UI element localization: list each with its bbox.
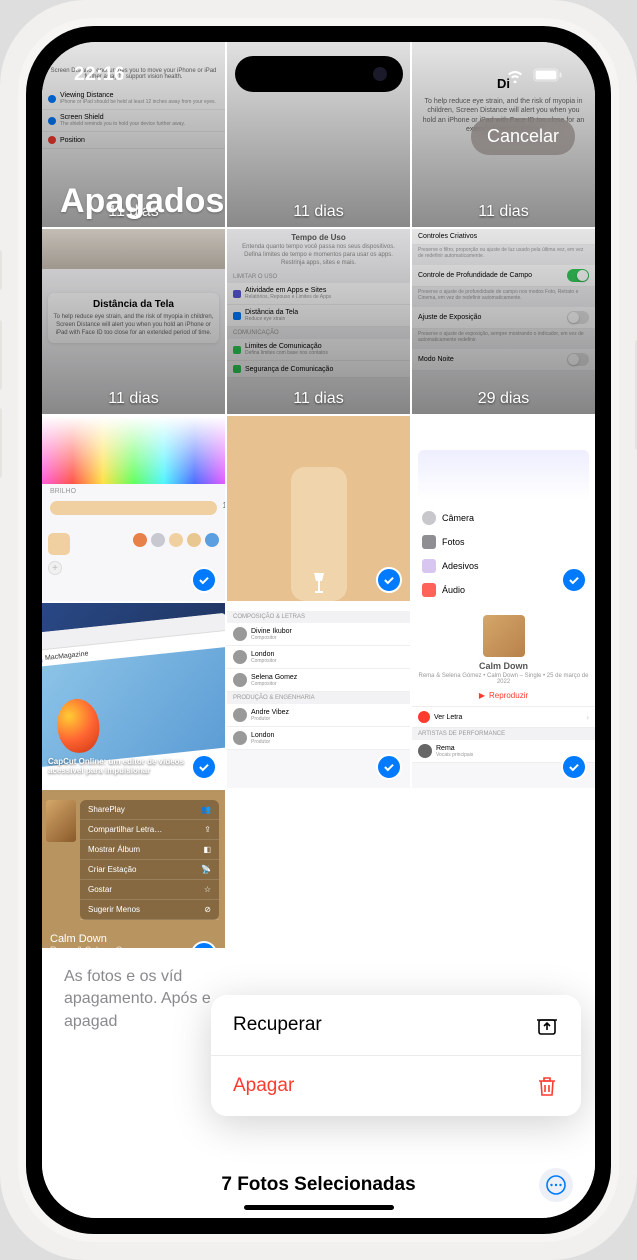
wifi-icon [505, 68, 525, 83]
star-icon: ☆ [204, 885, 211, 894]
thumb-7[interactable] [227, 416, 410, 601]
status-icons [505, 68, 563, 83]
days-badge: 11 dias [227, 390, 410, 408]
home-indicator[interactable] [244, 1205, 394, 1210]
thumb-10[interactable]: COMPOSIÇÃO & LETRAS Divine IkuborComposi… [227, 603, 410, 788]
trash-icon [535, 1074, 559, 1098]
action-sheet: Recuperar Apagar [211, 995, 581, 1116]
battery-icon [533, 68, 563, 82]
recover-button[interactable]: Recuperar [211, 995, 581, 1055]
selection-check-icon [376, 567, 402, 593]
more-icon [545, 1174, 567, 1196]
volume-up-button[interactable] [0, 320, 2, 390]
thumb-5[interactable]: Controles Criativos Preserve o filtro, p… [412, 229, 595, 414]
delete-button[interactable]: Apagar [211, 1055, 581, 1116]
mute-switch[interactable] [0, 250, 2, 290]
days-badge: 11 dias [227, 203, 410, 221]
volume-down-button[interactable] [0, 408, 2, 478]
thumb-3[interactable]: Distância da Tela To help reduce eye str… [42, 229, 225, 414]
days-badge: 11 dias [412, 203, 595, 221]
status-time: 22:16 [74, 64, 125, 86]
days-badge: 29 dias [412, 390, 595, 408]
bezel: 22:16 Cancelar Apagados Screen Distance … [18, 18, 619, 1242]
screen: 22:16 Cancelar Apagados Screen Distance … [42, 42, 595, 1218]
selection-count: 7 Fotos Selecionadas [221, 1174, 415, 1196]
delete-label: Apagar [233, 1075, 294, 1097]
dislike-icon: ⊘ [204, 905, 211, 914]
lamp-icon [310, 571, 328, 593]
recover-icon [535, 1013, 559, 1037]
recover-label: Recuperar [233, 1014, 322, 1036]
selection-check-icon [191, 754, 217, 780]
thumb-11[interactable]: Calm Down Rema & Selena Gómez • Calm Dow… [412, 603, 595, 788]
thumb-8[interactable]: Câmera Fotos Adesivos Áudio [412, 416, 595, 601]
more-button[interactable] [539, 1168, 573, 1202]
phone-frame: 22:16 Cancelar Apagados Screen Distance … [0, 0, 637, 1260]
share-icon: ⇪ [204, 825, 211, 834]
selection-check-icon [561, 567, 587, 593]
thumb-6[interactable]: BRILHO 100% + [42, 416, 225, 601]
footer-bar: 7 Fotos Selecionadas [42, 1174, 595, 1196]
thumb-4[interactable]: Tempo de UsoEntenda quanto tempo você pa… [227, 229, 410, 414]
cancel-button[interactable]: Cancelar [471, 118, 575, 155]
album-icon: ◧ [203, 845, 211, 854]
selection-check-icon [191, 567, 217, 593]
days-badge: 11 dias [42, 203, 225, 221]
shareplay-icon: 👥 [201, 805, 211, 814]
selection-check-icon [376, 754, 402, 780]
dynamic-island [235, 56, 403, 92]
station-icon: 📡 [201, 865, 211, 874]
thumb-9[interactable]: MacMagazine CapCut Online: um editor de … [42, 603, 225, 788]
selection-check-icon [561, 754, 587, 780]
photo-grid: Screen Distance encourages you to move y… [42, 42, 595, 975]
screen-border: 22:16 Cancelar Apagados Screen Distance … [26, 26, 611, 1234]
days-badge: 11 dias [42, 390, 225, 408]
